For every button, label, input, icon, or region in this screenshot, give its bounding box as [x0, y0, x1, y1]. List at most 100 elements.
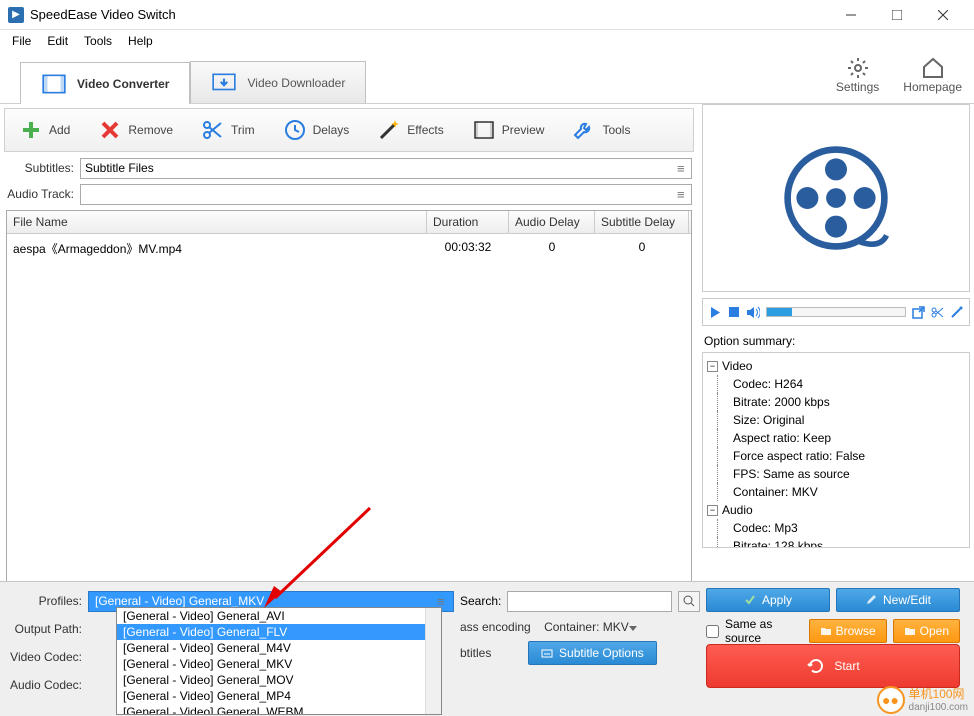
menubar: File Edit Tools Help [0, 30, 974, 52]
subtitle-options-button[interactable]: Subtitle Options [528, 641, 657, 665]
file-table: File Name Duration Audio Delay Subtitle … [6, 210, 692, 586]
tools-button[interactable]: Tools [558, 109, 644, 151]
audiocodec-label: Audio Codec: [6, 678, 88, 692]
container-label: Container: [544, 620, 599, 634]
combo-handle-icon [677, 161, 687, 176]
twopass-fragment: ass encoding [460, 620, 531, 634]
cell-audiodelay: 0 [509, 234, 595, 263]
minimize-button[interactable] [828, 0, 874, 30]
folder-open-icon [904, 626, 916, 636]
x-icon [98, 118, 122, 142]
preview-button[interactable]: Preview [458, 109, 559, 151]
add-button[interactable]: Add [5, 109, 84, 151]
tab-bar: Video Converter Video Downloader Setting… [0, 52, 974, 104]
tree-audio-node[interactable]: −Audio [707, 501, 965, 519]
tab-label: Video Converter [77, 77, 169, 91]
search-icon [683, 595, 695, 607]
profiles-label: Profiles: [6, 594, 88, 608]
refresh-icon [806, 656, 826, 676]
app-icon: ▶ [8, 7, 24, 23]
table-row[interactable]: aespa《Armageddon》MV.mp4 00:03:32 0 0 [7, 234, 691, 263]
tree-item: Size: Original [707, 411, 965, 429]
same-as-source-checkbox[interactable] [706, 625, 719, 638]
menu-edit[interactable]: Edit [39, 32, 76, 50]
apply-button[interactable]: Apply [706, 588, 830, 612]
remove-button[interactable]: Remove [84, 109, 187, 151]
tree-item: Bitrate: 128 kbps [707, 537, 965, 548]
wand-icon [377, 118, 401, 142]
menu-tools[interactable]: Tools [76, 32, 120, 50]
watermark-icon: ●● [877, 686, 905, 714]
film-strip-icon [472, 118, 496, 142]
table-empty-area[interactable] [7, 263, 691, 585]
dropdown-scrollbar[interactable] [425, 608, 441, 714]
dropdown-option[interactable]: [General - Video] General_MKV [117, 656, 441, 672]
search-button[interactable] [678, 591, 700, 612]
play-button[interactable] [709, 306, 722, 319]
titlebar: ▶ SpeedEase Video Switch [0, 0, 974, 30]
tab-video-downloader[interactable]: Video Downloader [190, 61, 366, 103]
audiotrack-combobox[interactable] [80, 184, 692, 205]
volume-button[interactable] [746, 306, 760, 319]
folder-icon [820, 626, 832, 636]
menu-file[interactable]: File [4, 32, 39, 50]
menu-help[interactable]: Help [120, 32, 161, 50]
edit-icon [865, 594, 877, 606]
dropdown-option[interactable]: [General - Video] General_FLV [117, 624, 441, 640]
effects-button[interactable]: Effects [363, 109, 457, 151]
col-duration[interactable]: Duration [427, 211, 509, 233]
stop-button[interactable] [728, 306, 740, 318]
trim-button[interactable]: Trim [187, 109, 269, 151]
profiles-dropdown[interactable]: [General - Video] General_AVI [General -… [116, 607, 442, 715]
dropdown-option[interactable]: [General - Video] General_MP4 [117, 688, 441, 704]
tree-item: Codec: Mp3 [707, 519, 965, 537]
progress-bar[interactable] [766, 307, 906, 317]
download-icon [211, 72, 237, 94]
same-as-source-label: Same as source [725, 617, 803, 645]
subtitle-icon [541, 647, 553, 659]
effects-mini-button[interactable] [950, 306, 963, 319]
tree-item: Aspect ratio: Keep [707, 429, 965, 447]
browse-button[interactable]: Browse [809, 619, 887, 643]
homepage-button[interactable]: Homepage [903, 56, 962, 94]
container-combobox[interactable]: MKV [603, 620, 693, 634]
chevron-down-icon [629, 620, 637, 634]
cell-filename: aespa《Armageddon》MV.mp4 [7, 234, 427, 263]
popout-button[interactable] [912, 306, 925, 319]
watermark: ●● 单机100网danji100.com [877, 686, 968, 714]
start-button[interactable]: Start [706, 644, 960, 688]
dropdown-option[interactable]: [General - Video] General_AVI [117, 608, 441, 624]
settings-button[interactable]: Settings [836, 56, 879, 94]
outputpath-label: Output Path: [6, 622, 88, 636]
collapse-icon[interactable]: − [707, 505, 718, 516]
subtitles-label: Subtitles: [6, 161, 80, 175]
option-summary-label: Option summary: [704, 334, 968, 348]
newedit-button[interactable]: New/Edit [836, 588, 960, 612]
tab-label: Video Downloader [247, 76, 345, 90]
dropdown-option[interactable]: [General - Video] General_WEBM [117, 704, 441, 715]
plus-icon [19, 118, 43, 142]
close-button[interactable] [920, 0, 966, 30]
col-audiodelay[interactable]: Audio Delay [509, 211, 595, 233]
search-input[interactable] [507, 591, 672, 612]
cut-button[interactable] [931, 306, 944, 319]
delays-button[interactable]: Delays [269, 109, 364, 151]
maximize-button[interactable] [874, 0, 920, 30]
media-controls [702, 298, 970, 326]
collapse-icon[interactable]: − [707, 361, 718, 372]
col-filename[interactable]: File Name [7, 211, 427, 233]
tree-video-node[interactable]: −Video [707, 357, 965, 375]
open-button[interactable]: Open [893, 619, 960, 643]
check-icon [744, 594, 756, 606]
toolbar: Add Remove Trim Delays Effects Preview T… [4, 108, 694, 152]
subtitles-combobox[interactable]: Subtitle Files [80, 158, 692, 179]
dropdown-option[interactable]: [General - Video] General_M4V [117, 640, 441, 656]
film-icon [41, 73, 67, 95]
option-summary-tree[interactable]: −Video Codec: H264 Bitrate: 2000 kbps Si… [702, 352, 970, 548]
videocodec-label: Video Codec: [6, 650, 88, 664]
dropdown-option[interactable]: [General - Video] General_MOV [117, 672, 441, 688]
audiotrack-label: Audio Track: [6, 187, 80, 201]
col-subtitledelay[interactable]: Subtitle Delay [595, 211, 689, 233]
tab-video-converter[interactable]: Video Converter [20, 62, 190, 104]
tree-item: Codec: H264 [707, 375, 965, 393]
